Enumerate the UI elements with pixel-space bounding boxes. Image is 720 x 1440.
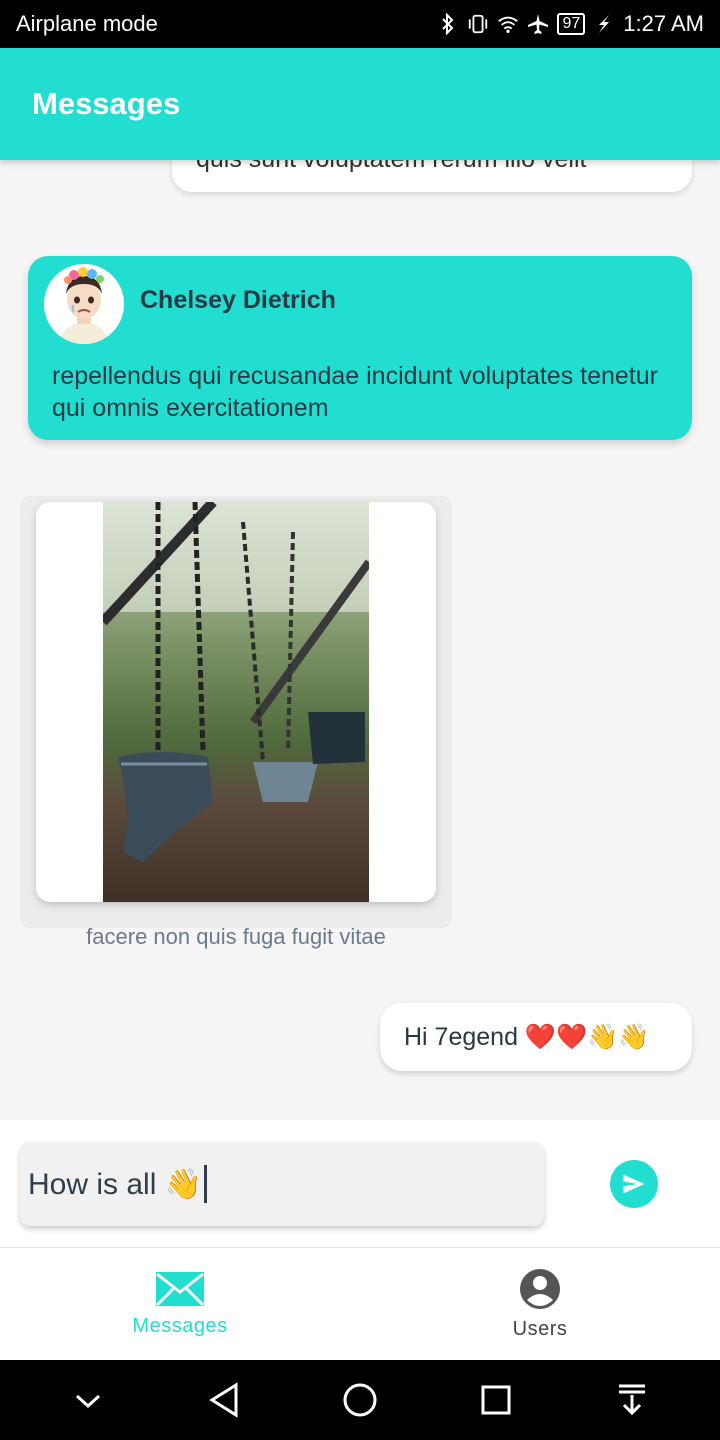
nav-item-users[interactable]: Users: [360, 1248, 720, 1360]
message-input[interactable]: How is all 👋: [20, 1142, 544, 1226]
notification-pull-button[interactable]: [610, 1378, 654, 1422]
nav-item-messages[interactable]: Messages: [0, 1248, 360, 1360]
home-circle-icon: [342, 1382, 378, 1418]
page-title: Messages: [32, 86, 181, 121]
text-cursor: [204, 1165, 208, 1203]
send-button[interactable]: [610, 1160, 658, 1208]
message-text: repellendus qui recusandae incidunt volu…: [52, 362, 658, 422]
message-text: Hi 7egend ❤️❤️👋👋: [404, 1022, 650, 1051]
system-navigation: [0, 1360, 720, 1440]
back-button[interactable]: [202, 1378, 246, 1422]
collapse-button[interactable]: [66, 1378, 110, 1422]
bluetooth-icon: [437, 13, 459, 35]
status-icons: 97 1:27 AM: [437, 11, 704, 37]
status-mode-text: Airplane mode: [16, 11, 158, 36]
battery-level: 97: [557, 13, 586, 35]
app-bar: Messages: [0, 48, 720, 160]
message-bubble-partial: quis sunt voluptatem rerum illo velit: [172, 160, 692, 192]
recents-button[interactable]: [474, 1378, 518, 1422]
image-caption: facere non quis fuga fugit vitae: [86, 924, 386, 949]
status-time: 1:27 AM: [623, 11, 704, 36]
chat-list[interactable]: quis sunt voluptatem rerum illo velit C: [0, 160, 720, 1120]
airplane-icon: [527, 13, 549, 35]
chevron-down-icon: [74, 1390, 102, 1410]
sent-message-bubble: Hi 7egend ❤️❤️👋👋: [380, 1003, 692, 1071]
message-input-value[interactable]: How is all 👋: [28, 1167, 202, 1202]
nav-label-messages: Messages: [132, 1314, 228, 1337]
home-button[interactable]: [338, 1378, 382, 1422]
message-text: quis sunt voluptatem rerum illo velit: [196, 160, 586, 174]
bottom-navigation: Messages Users: [0, 1248, 720, 1360]
back-triangle-icon: [208, 1382, 240, 1418]
wifi-icon: [497, 13, 519, 35]
recents-square-icon: [480, 1384, 512, 1416]
vibrate-icon: [467, 13, 489, 35]
message-card: Chelsey Dietrich repellendus qui recusan…: [28, 256, 692, 440]
account-circle-icon: [519, 1268, 561, 1310]
nav-label-users: Users: [512, 1317, 568, 1340]
image-card[interactable]: [36, 502, 436, 902]
sender-name: Chelsey Dietrich: [140, 286, 336, 314]
image-message[interactable]: [20, 496, 452, 928]
status-bar: Airplane mode 97 1:27 AM: [0, 0, 720, 48]
saver-icon: [593, 13, 615, 35]
avatar[interactable]: [44, 264, 124, 344]
send-icon: [620, 1170, 648, 1198]
mail-icon: [155, 1271, 205, 1307]
pull-down-icon: [616, 1383, 648, 1417]
swing-photo: [103, 502, 369, 902]
composer-bar: How is all 👋: [0, 1120, 720, 1248]
